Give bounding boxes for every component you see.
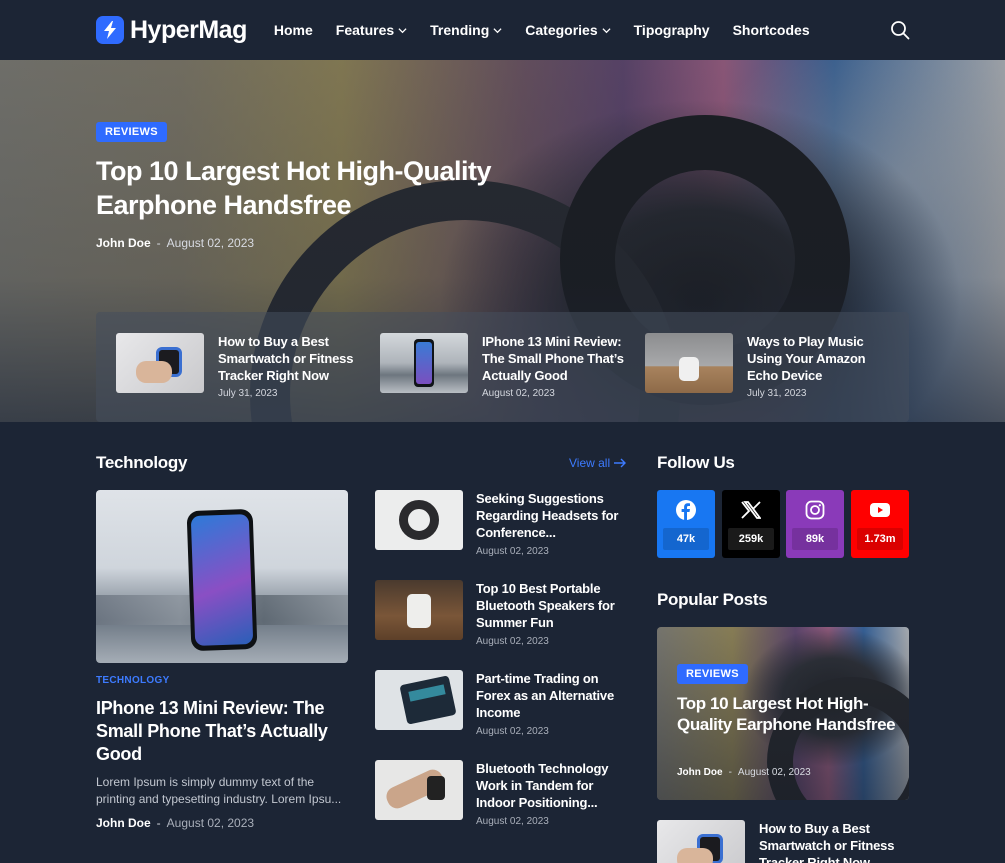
main-article-date: August 02, 2023 — [166, 816, 255, 830]
youtube-count: 1.73m — [857, 528, 903, 550]
nav-features-label: Features — [335, 22, 395, 38]
nav-home[interactable]: Home — [274, 22, 313, 38]
instagram-button[interactable]: 89k — [786, 490, 844, 558]
main-nav: Home Features Trending Categories Tipogr… — [274, 22, 810, 38]
view-all-link[interactable]: View all — [569, 456, 627, 470]
main-article-meta: John Doe - August 02, 2023 — [96, 816, 254, 830]
strip-title: IPhone 13 Mini Review: The Small Phone T… — [482, 334, 624, 383]
list-title: Seeking Suggestions Regarding Headsets f… — [476, 491, 619, 540]
strip-item[interactable]: Ways to Play Music Using Your Amazon Ech… — [645, 333, 897, 399]
nav-features[interactable]: Features — [336, 22, 407, 38]
popular-date: August 02, 2023 — [737, 767, 811, 778]
main-article-category[interactable]: TECHNOLOGY — [96, 675, 170, 686]
x-icon — [741, 500, 761, 520]
facebook-count: 47k — [663, 528, 709, 550]
list-date: August 02, 2023 — [476, 816, 549, 827]
list-thumbnail — [375, 760, 463, 820]
main-article-title[interactable]: IPhone 13 Mini Review: The Small Phone T… — [96, 697, 356, 766]
popular-list-title: How to Buy a Best Smartwatch or Fitness … — [759, 821, 895, 863]
strip-thumbnail — [380, 333, 468, 393]
strip-date: July 31, 2023 — [747, 388, 807, 399]
hero-section[interactable]: REVIEWS Top 10 Largest Hot High-Quality … — [0, 60, 1005, 422]
strip-title: How to Buy a Best Smartwatch or Fitness … — [218, 334, 354, 383]
youtube-icon — [870, 500, 890, 520]
main-article-author[interactable]: John Doe — [96, 816, 151, 830]
view-all-label: View all — [569, 456, 611, 470]
instagram-count: 89k — [792, 528, 838, 550]
chevron-down-icon — [398, 27, 407, 33]
main-article-image[interactable] — [96, 490, 348, 663]
main-article-excerpt: Lorem Ipsum is simply dummy text of the … — [96, 775, 342, 806]
meta-separator: - — [728, 767, 732, 778]
instagram-icon — [805, 500, 825, 520]
popular-featured-card[interactable]: REVIEWS Top 10 Largest Hot High-Quality … — [657, 627, 909, 800]
nav-categories[interactable]: Categories — [525, 22, 611, 38]
list-thumbnail — [375, 580, 463, 640]
strip-title: Ways to Play Music Using Your Amazon Ech… — [747, 334, 866, 383]
youtube-button[interactable]: 1.73m — [851, 490, 909, 558]
list-title: Bluetooth Technology Work in Tandem for … — [476, 761, 609, 810]
nav-home-label: Home — [273, 22, 313, 38]
site-header: HyperMag Home Features Trending Categori… — [0, 0, 1005, 60]
hero-featured-strip: How to Buy a Best Smartwatch or Fitness … — [96, 312, 909, 422]
hero-meta: John Doe - August 02, 2023 — [96, 236, 254, 250]
popular-featured-meta: John Doe - August 02, 2023 — [677, 767, 811, 778]
list-date: August 02, 2023 — [476, 546, 549, 557]
nav-categories-label: Categories — [525, 22, 598, 38]
facebook-icon — [676, 500, 696, 520]
popular-category-badge[interactable]: REVIEWS — [677, 664, 748, 684]
popular-thumbnail — [657, 820, 745, 863]
meta-separator: - — [156, 816, 161, 830]
strip-item[interactable]: IPhone 13 Mini Review: The Small Phone T… — [380, 333, 632, 399]
list-date: August 02, 2023 — [476, 726, 549, 737]
chevron-down-icon — [493, 27, 502, 33]
meta-separator: - — [156, 236, 161, 250]
list-item[interactable]: Seeking Suggestions Regarding Headsets f… — [375, 490, 631, 557]
strip-item[interactable]: How to Buy a Best Smartwatch or Fitness … — [116, 333, 368, 399]
popular-list-item[interactable]: How to Buy a Best Smartwatch or Fitness … — [657, 820, 914, 863]
site-logo[interactable]: HyperMag — [96, 16, 247, 45]
nav-tipography[interactable]: Tipography — [634, 22, 710, 38]
search-icon[interactable] — [890, 20, 910, 40]
list-date: August 02, 2023 — [476, 636, 549, 647]
logo-text: HyperMag — [130, 15, 247, 44]
nav-trending[interactable]: Trending — [430, 22, 502, 38]
strip-thumbnail — [645, 333, 733, 393]
popular-posts-heading: Popular Posts — [657, 590, 768, 609]
nav-tipography-label: Tipography — [633, 22, 710, 38]
list-item[interactable]: Bluetooth Technology Work in Tandem for … — [375, 760, 631, 827]
hero-date: August 02, 2023 — [166, 236, 255, 250]
list-title: Top 10 Best Portable Bluetooth Speakers … — [476, 581, 615, 630]
strip-date: July 31, 2023 — [218, 388, 278, 399]
list-thumbnail — [375, 490, 463, 550]
bolt-icon — [96, 16, 124, 44]
list-title: Part-time Trading on Forex as an Alterna… — [476, 671, 614, 720]
strip-date: August 02, 2023 — [482, 388, 555, 399]
technology-heading: Technology — [96, 453, 188, 472]
strip-thumbnail — [116, 333, 204, 393]
nav-trending-label: Trending — [430, 22, 490, 38]
list-thumbnail — [375, 670, 463, 730]
facebook-button[interactable]: 47k — [657, 490, 715, 558]
hero-author[interactable]: John Doe — [96, 236, 151, 250]
popular-author[interactable]: John Doe — [677, 767, 723, 778]
x-count: 259k — [728, 528, 774, 550]
popular-featured-title[interactable]: Top 10 Largest Hot High-Quality Earphone… — [677, 693, 897, 735]
nav-shortcodes-label: Shortcodes — [732, 22, 810, 38]
hero-category-badge[interactable]: REVIEWS — [96, 122, 167, 142]
list-item[interactable]: Top 10 Best Portable Bluetooth Speakers … — [375, 580, 631, 647]
arrow-right-icon — [614, 458, 627, 468]
x-button[interactable]: 259k — [722, 490, 780, 558]
nav-shortcodes[interactable]: Shortcodes — [733, 22, 810, 38]
hero-title[interactable]: Top 10 Largest Hot High-Quality Earphone… — [96, 154, 526, 222]
follow-us-heading: Follow Us — [657, 453, 735, 472]
list-item[interactable]: Part-time Trading on Forex as an Alterna… — [375, 670, 631, 737]
chevron-down-icon — [602, 27, 611, 33]
